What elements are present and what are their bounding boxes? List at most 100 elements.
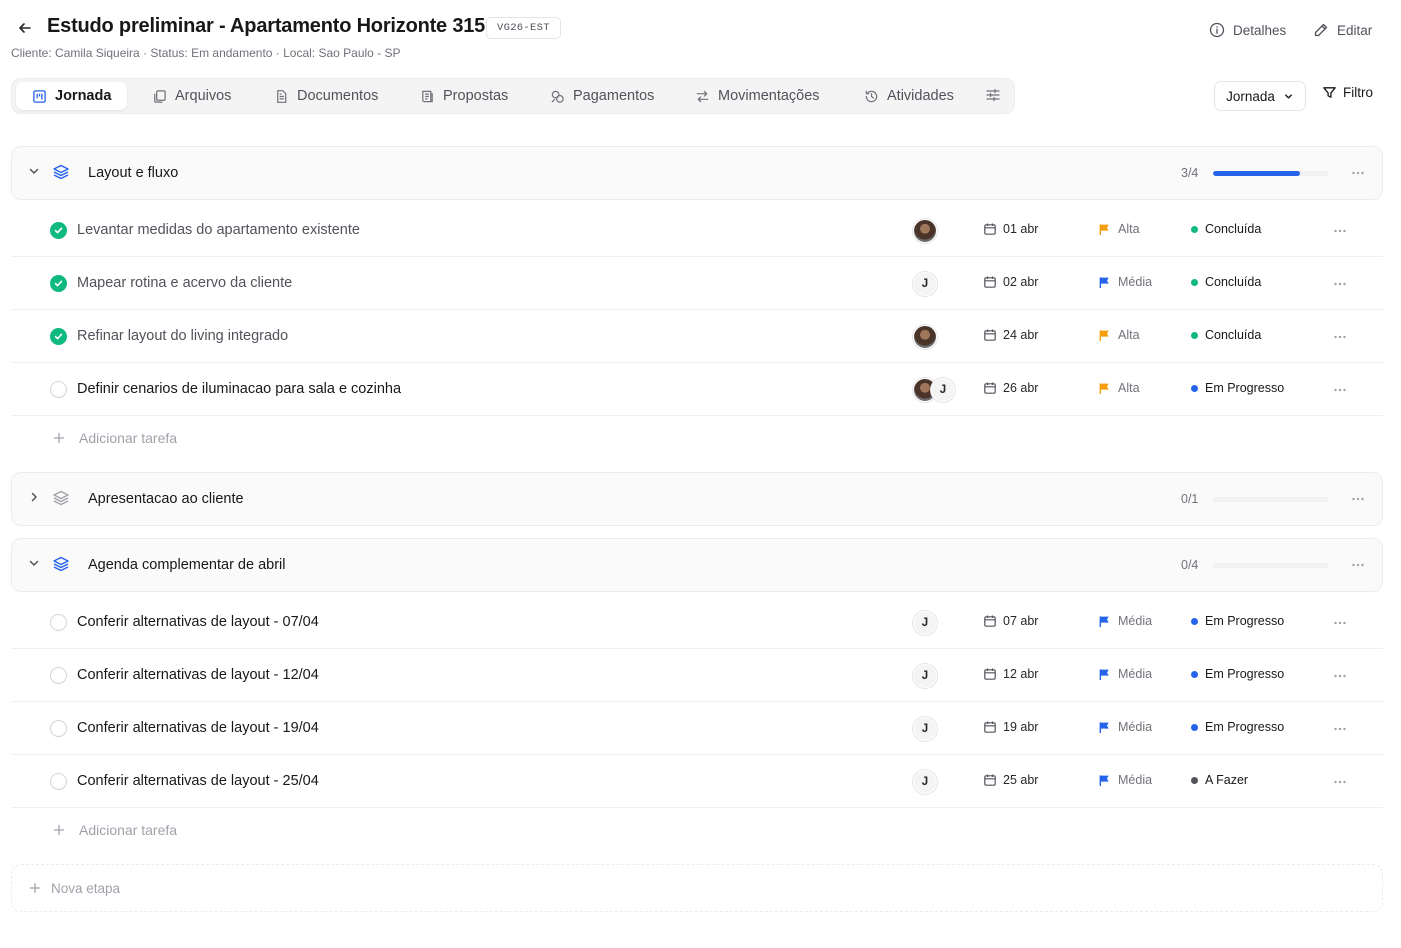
tab-settings-sliders-icon[interactable] (985, 87, 1001, 103)
task-row[interactable]: Levantar medidas do apartamento existent… (11, 204, 1383, 257)
chevron-down-icon[interactable] (27, 164, 41, 178)
more-options-icon[interactable] (1332, 223, 1348, 239)
add-task-button[interactable]: Adicionar tarefa (11, 415, 1383, 461)
task-priority[interactable]: Média (1098, 614, 1152, 628)
task-row[interactable]: Mapear rotina e acervo da cliente J 02 a… (11, 257, 1383, 310)
flag-icon (1098, 615, 1111, 628)
task-due-date[interactable]: 24 abr (983, 328, 1038, 342)
tab-arquivos[interactable]: Arquivos (146, 82, 237, 110)
task-complete-checkbox[interactable] (50, 667, 67, 684)
task-assignees[interactable] (913, 219, 937, 243)
task-priority[interactable]: Alta (1098, 381, 1140, 395)
task-status[interactable]: A Fazer (1191, 773, 1248, 787)
task-due-date[interactable]: 07 abr (983, 614, 1038, 628)
more-options-icon[interactable] (1350, 557, 1366, 573)
more-options-icon[interactable] (1332, 721, 1348, 737)
task-row[interactable]: Conferir alternativas de layout - 19/04 … (11, 702, 1383, 755)
more-options-icon[interactable] (1332, 382, 1348, 398)
status-dot (1191, 278, 1198, 286)
task-status[interactable]: Em Progresso (1191, 614, 1284, 628)
tab-movimentacoes[interactable]: Movimentações (689, 82, 826, 110)
task-priority[interactable]: Média (1098, 275, 1152, 289)
stage-progress-fill (1213, 171, 1300, 176)
calendar-icon (983, 614, 997, 628)
task-assignees[interactable]: J (913, 272, 937, 296)
task-due-date[interactable]: 26 abr (983, 381, 1038, 395)
task-complete-checkbox[interactable] (50, 614, 67, 631)
task-complete-checkbox[interactable] (50, 720, 67, 737)
task-status[interactable]: Concluída (1191, 328, 1261, 342)
task-title[interactable]: Definir cenarios de iluminacao para sala… (77, 381, 401, 397)
task-priority[interactable]: Média (1098, 720, 1152, 734)
task-assignees[interactable]: J (913, 378, 955, 402)
task-title[interactable]: Levantar medidas do apartamento existent… (77, 222, 360, 238)
more-options-icon[interactable] (1350, 165, 1366, 181)
task-due-date[interactable]: 19 abr (983, 720, 1038, 734)
task-title[interactable]: Refinar layout do living integrado (77, 328, 288, 344)
add-task-button[interactable]: Adicionar tarefa (11, 807, 1383, 853)
task-title[interactable]: Conferir alternativas de layout - 07/04 (77, 614, 319, 630)
task-complete-checkbox[interactable] (50, 328, 67, 345)
new-stage-button[interactable]: Nova etapa (11, 864, 1383, 912)
task-row[interactable]: Conferir alternativas de layout - 25/04 … (11, 755, 1383, 808)
task-status[interactable]: Concluída (1191, 222, 1261, 236)
task-assignees[interactable] (913, 325, 937, 349)
more-options-icon[interactable] (1332, 774, 1348, 790)
task-assignees[interactable]: J (913, 770, 937, 794)
tab-pagamentos[interactable]: Pagamentos (544, 82, 660, 110)
flag-icon (1098, 382, 1111, 395)
task-due-date[interactable]: 12 abr (983, 667, 1038, 681)
task-due-date[interactable]: 25 abr (983, 773, 1038, 787)
task-assignees[interactable]: J (913, 717, 937, 741)
avatar: J (913, 717, 937, 741)
tab-atividades[interactable]: Atividades (858, 82, 960, 110)
task-status[interactable]: Em Progresso (1191, 381, 1284, 395)
page-title: Estudo preliminar - Apartamento Horizont… (47, 15, 486, 37)
task-complete-checkbox[interactable] (50, 773, 67, 790)
task-complete-checkbox[interactable] (50, 222, 67, 239)
chevron-right-icon[interactable] (27, 490, 41, 504)
more-options-icon[interactable] (1332, 615, 1348, 631)
tab-documentos[interactable]: Documentos (268, 82, 384, 110)
task-title[interactable]: Mapear rotina e acervo da cliente (77, 275, 292, 291)
task-status[interactable]: Em Progresso (1191, 667, 1284, 681)
task-title[interactable]: Conferir alternativas de layout - 19/04 (77, 720, 319, 736)
task-complete-checkbox[interactable] (50, 275, 67, 292)
task-row[interactable]: Refinar layout do living integrado 24 ab… (11, 310, 1383, 363)
task-row[interactable]: Conferir alternativas de layout - 12/04 … (11, 649, 1383, 702)
task-assignees[interactable]: J (913, 611, 937, 635)
details-button[interactable]: Detalhes (1209, 19, 1286, 41)
more-options-icon[interactable] (1350, 491, 1366, 507)
status-label: Em Progresso (1205, 614, 1285, 628)
calendar-icon (983, 773, 997, 787)
more-options-icon[interactable] (1332, 329, 1348, 345)
back-arrow-icon[interactable] (14, 17, 36, 39)
more-options-icon[interactable] (1332, 276, 1348, 292)
task-due-date[interactable]: 01 abr (983, 222, 1038, 236)
avatar: J (913, 770, 937, 794)
task-complete-checkbox[interactable] (50, 381, 67, 398)
filter-button[interactable]: Filtro (1322, 85, 1373, 100)
task-priority[interactable]: Média (1098, 667, 1152, 681)
edit-button[interactable]: Editar (1313, 19, 1372, 41)
tab-propostas[interactable]: Propostas (414, 82, 514, 110)
task-due-date[interactable]: 02 abr (983, 275, 1038, 289)
details-label: Detalhes (1233, 22, 1287, 38)
chevron-down-icon[interactable] (27, 556, 41, 570)
task-row[interactable]: Definir cenarios de iluminacao para sala… (11, 363, 1383, 416)
tab-label: Jornada (55, 88, 112, 104)
task-priority[interactable]: Alta (1098, 222, 1140, 236)
task-row[interactable]: Conferir alternativas de layout - 07/04 … (11, 596, 1383, 649)
task-priority[interactable]: Alta (1098, 328, 1140, 342)
task-title[interactable]: Conferir alternativas de layout - 12/04 (77, 667, 319, 683)
task-status[interactable]: Em Progresso (1191, 720, 1284, 734)
task-title[interactable]: Conferir alternativas de layout - 25/04 (77, 773, 319, 789)
view-select-dropdown[interactable]: Jornada (1214, 81, 1306, 111)
task-status[interactable]: Concluída (1191, 275, 1261, 289)
task-assignees[interactable]: J (913, 664, 937, 688)
tab-jornada[interactable]: Jornada (16, 82, 128, 110)
task-priority[interactable]: Média (1098, 773, 1152, 787)
project-code-badge: VG26-EST (486, 17, 561, 39)
more-options-icon[interactable] (1332, 668, 1348, 684)
calendar-icon (983, 667, 997, 681)
